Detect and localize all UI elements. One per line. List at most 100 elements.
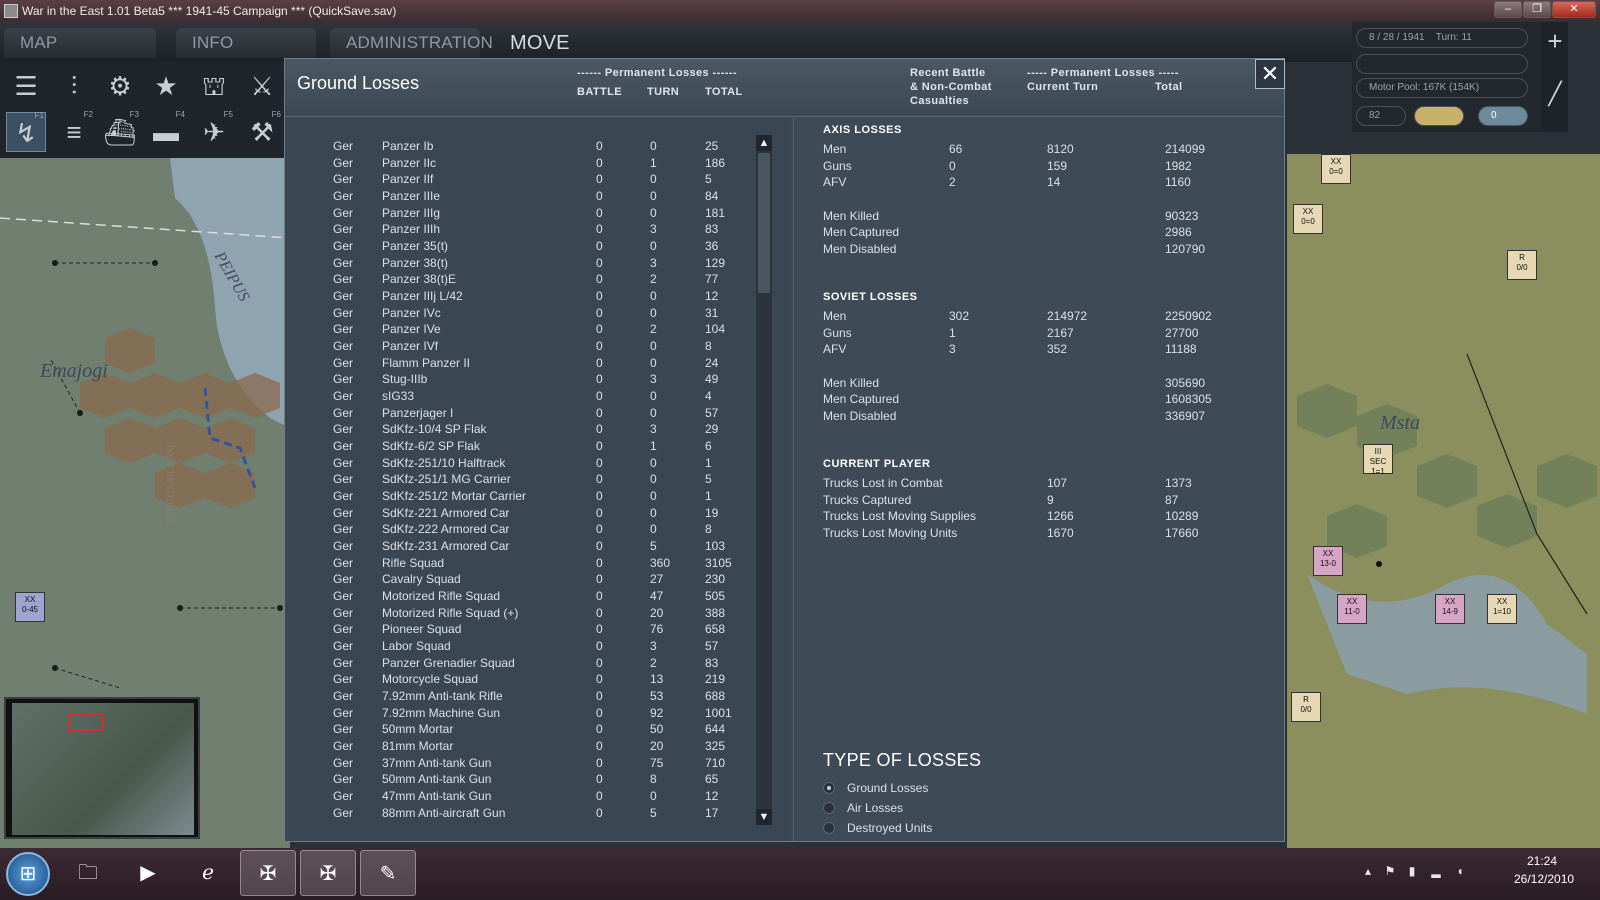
- table-row[interactable]: Ger SdKfz-231 Armored Car 0 5 103: [285, 538, 765, 555]
- close-window-button[interactable]: ✕: [1552, 1, 1596, 18]
- minimap[interactable]: [4, 697, 200, 839]
- clock-date[interactable]: 26/12/2010: [1514, 872, 1574, 886]
- unit-counter[interactable]: XX 13-0: [1313, 546, 1343, 576]
- menu-info-screens[interactable]: INFO SCREENS: [176, 28, 316, 82]
- table-row[interactable]: Ger SdKfz-221 Armored Car 0 0 19: [285, 505, 765, 522]
- table-row[interactable]: Ger Panzer 35(t) 0 0 36: [285, 238, 765, 255]
- scroll-up-icon[interactable]: ▲: [756, 135, 772, 151]
- table-row[interactable]: Ger 47mm Anti-tank Gun 0 0 12: [285, 788, 765, 805]
- table-row[interactable]: Ger SdKfz-10/4 SP Flak 0 3 29: [285, 421, 765, 438]
- table-row[interactable]: Ger Motorized Rifle Squad (+) 0 20 388: [285, 605, 765, 622]
- table-row[interactable]: Ger SdKfz-251/1 MG Carrier 0 0 5: [285, 471, 765, 488]
- layers-icon[interactable]: ☰: [6, 66, 46, 106]
- table-row[interactable]: Ger Pioneer Squad 0 76 658: [285, 621, 765, 638]
- table-row[interactable]: Ger Panzer 38(t)E 0 2 77: [285, 271, 765, 288]
- table-row[interactable]: Ger Panzer IIIj L/42 0 0 12: [285, 288, 765, 305]
- units-icon[interactable]: ⫶: [54, 66, 94, 106]
- menu-move[interactable]: MOVE: [510, 28, 570, 58]
- unit-counter[interactable]: XX 1=10: [1487, 594, 1517, 624]
- table-row[interactable]: Ger 7.92mm Machine Gun 0 92 1001: [285, 705, 765, 722]
- explorer-icon[interactable]: 🗀: [60, 850, 116, 896]
- rail-mode-icon[interactable]: ≡ F2: [54, 110, 94, 152]
- power-icon[interactable]: ▮: [1405, 864, 1419, 878]
- menu-administration[interactable]: ADMINISTRATION: [330, 28, 493, 58]
- show-hidden-icons-icon[interactable]: ▴: [1361, 864, 1375, 878]
- unit-counter[interactable]: III SEC 1=1: [1363, 444, 1393, 476]
- table-row[interactable]: Ger Panzer IIc 0 1 186: [285, 155, 765, 172]
- table-row[interactable]: Ger SdKfz-251/2 Mortar Carrier 0 0 1: [285, 488, 765, 505]
- table-row[interactable]: Ger Flamm Panzer II 0 0 24: [285, 355, 765, 372]
- table-row[interactable]: Ger sIG33 0 0 4: [285, 388, 765, 405]
- network-icon[interactable]: ▂: [1429, 864, 1443, 878]
- table-row[interactable]: Ger 88mm Anti-aircraft Gun 0 5 17: [285, 805, 765, 822]
- unit-counter[interactable]: R 0/0: [1507, 250, 1537, 280]
- combat-icon[interactable]: ⚔: [242, 66, 282, 106]
- unit-counter[interactable]: XX 0=0: [1321, 154, 1351, 184]
- internet-explorer-icon[interactable]: ℯ: [180, 850, 236, 896]
- clock-time[interactable]: 21:24: [1527, 854, 1557, 868]
- volume-icon[interactable]: ◖: [1453, 864, 1467, 878]
- table-row[interactable]: Ger Panzer IIf 0 0 5: [285, 171, 765, 188]
- unit-counter[interactable]: XX 0=0: [1293, 204, 1323, 234]
- naval-mode-icon[interactable]: ⛴ F3: [100, 110, 140, 152]
- scroll-thumb[interactable]: [758, 153, 770, 293]
- flag-icon[interactable]: ⚑: [1383, 864, 1397, 878]
- table-row[interactable]: Ger Panzer Ib 0 0 25: [285, 138, 765, 155]
- table-row[interactable]: Ger Motorcycle Squad 0 13 219: [285, 671, 765, 688]
- transport-mode-icon[interactable]: ▬ F4: [146, 110, 186, 152]
- table-row[interactable]: Ger Panzer IVf 0 0 8: [285, 338, 765, 355]
- pencil-icon[interactable]: ╱: [1542, 81, 1568, 107]
- scroll-down-icon[interactable]: ▼: [756, 809, 772, 825]
- close-dialog-button[interactable]: ✕: [1255, 59, 1285, 89]
- radio-unselected-icon[interactable]: [823, 802, 835, 814]
- unit-counter[interactable]: XX 14-9: [1435, 594, 1465, 624]
- unit-counter[interactable]: R 0/0: [1291, 692, 1321, 722]
- table-row[interactable]: Ger SdKfz-251/10 Halftrack 0 0 1: [285, 455, 765, 472]
- table-row[interactable]: Ger 50mm Mortar 0 50 644: [285, 721, 765, 738]
- nation-cell: Ger: [333, 222, 354, 237]
- table-row[interactable]: Ger Panzer IIIg 0 0 181: [285, 205, 765, 222]
- table-row[interactable]: Ger Panzer Grenadier Squad 0 2 83: [285, 655, 765, 672]
- start-button[interactable]: ⊞: [6, 852, 50, 896]
- star-icon[interactable]: ★: [146, 66, 186, 106]
- minimap-viewport[interactable]: [68, 713, 104, 731]
- minimize-button[interactable]: ‒: [1494, 1, 1522, 18]
- table-row[interactable]: Ger Motorized Rifle Squad 0 47 505: [285, 588, 765, 605]
- media-player-icon[interactable]: ▶: [120, 850, 176, 896]
- table-row[interactable]: Ger Labor Squad 0 3 57: [285, 638, 765, 655]
- table-row[interactable]: Ger Panzer 38(t) 0 3 129: [285, 255, 765, 272]
- table-row[interactable]: Ger Panzer IIIh 0 3 83: [285, 221, 765, 238]
- table-row[interactable]: Ger Panzerjager I 0 0 57: [285, 405, 765, 422]
- radio-selected-icon[interactable]: [823, 782, 835, 794]
- table-row[interactable]: Ger Panzer IVc 0 0 31: [285, 305, 765, 322]
- table-row[interactable]: Ger Cavalry Squad 0 27 230: [285, 571, 765, 588]
- wite-icon[interactable]: ✠: [300, 850, 356, 896]
- table-row[interactable]: Ger 7.92mm Anti-tank Rifle 0 53 688: [285, 688, 765, 705]
- table-row[interactable]: Ger Stug-IIIb 0 3 49: [285, 371, 765, 388]
- ground-losses-list[interactable]: Ger Panzer Ib 0 0 25 Ger Panzer IIc 0 1 186 Ger Pan…: [285, 118, 791, 841]
- wite-icon[interactable]: ✠: [240, 850, 296, 896]
- paint-icon[interactable]: ✎: [360, 850, 416, 896]
- unit-counter[interactable]: XX 11-0: [1337, 594, 1367, 624]
- losses-scrollbar[interactable]: ▲ ▼: [756, 135, 772, 825]
- menu-map-information[interactable]: MAP INFORMATION: [4, 28, 156, 82]
- ground-mode-icon[interactable]: ↯ F1: [6, 111, 46, 152]
- gear-icon[interactable]: ⚙: [100, 66, 140, 106]
- table-row[interactable]: Ger 50mm Anti-tank Gun 0 8 65: [285, 771, 765, 788]
- table-row[interactable]: Ger Panzer IIIe 0 0 84: [285, 188, 765, 205]
- table-row[interactable]: Ger 81mm Mortar 0 20 325: [285, 738, 765, 755]
- supply-mode-icon[interactable]: ⚒ F6: [242, 110, 282, 152]
- air-mode-icon[interactable]: ✈ F5: [194, 110, 234, 152]
- unit-counter[interactable]: XX 0-45: [15, 592, 45, 622]
- maximize-button[interactable]: ❐: [1523, 1, 1551, 18]
- table-row[interactable]: Ger Panzer IVe 0 2 104: [285, 321, 765, 338]
- total-losses-cell: 1: [705, 455, 712, 470]
- table-row[interactable]: Ger SdKfz-222 Armored Car 0 0 8: [285, 521, 765, 538]
- table-row[interactable]: Ger Rifle Squad 0 360 3105: [285, 555, 765, 572]
- zoom-in-icon[interactable]: +: [1542, 26, 1568, 57]
- hq-icon[interactable]: ⛫: [194, 66, 234, 106]
- table-row[interactable]: Ger SdKfz-6/2 SP Flak 0 1 6: [285, 438, 765, 455]
- table-row[interactable]: Ger 37mm Anti-tank Gun 0 75 710: [285, 755, 765, 772]
- map-view-right[interactable]: Msta XX 0=0 XX 0=0 R 0/0 III SEC 1=1 XX 13-0 …: [1287, 154, 1600, 848]
- radio-unselected-icon[interactable]: [823, 822, 835, 834]
